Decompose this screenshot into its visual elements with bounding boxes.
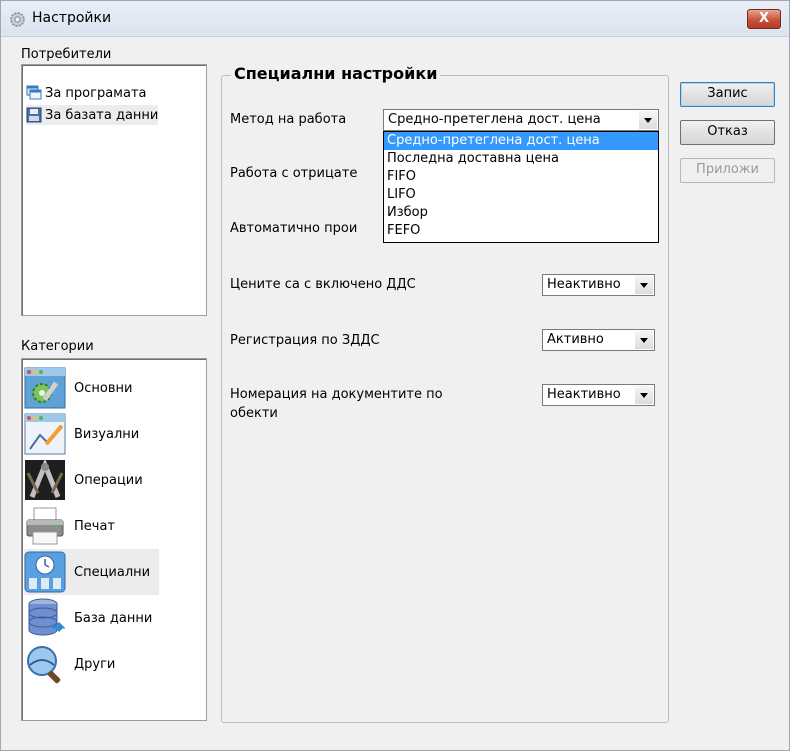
vat-prices-label: Цените са с включено ДДС — [230, 277, 416, 292]
gear-icon — [10, 12, 25, 27]
category-label: Операции — [74, 472, 143, 488]
category-label: Специални — [74, 564, 151, 580]
method-dropdown-list[interactable]: Средно-претеглена дост. цена Последна до… — [383, 131, 659, 243]
windows-icon — [26, 85, 42, 100]
category-label: Основни — [74, 380, 133, 396]
method-option[interactable]: LIFO — [384, 186, 658, 204]
vat-registration-value: Активно — [547, 332, 604, 347]
category-label: Визуални — [74, 426, 140, 442]
operations-icon — [25, 459, 65, 500]
category-visual[interactable]: Визуални — [24, 411, 159, 457]
method-option[interactable]: Последна доставна цена — [384, 150, 658, 168]
method-option[interactable]: FEFO — [384, 222, 658, 240]
user-item-label: За базата данни — [45, 107, 159, 123]
method-value: Средно-претеглена дост. цена — [388, 112, 601, 127]
special-clock-icon — [24, 551, 66, 593]
special-settings-title: Специални настройки — [231, 64, 441, 83]
floppy-disk-icon — [26, 107, 42, 123]
negative-stock-label: Работа с отрицате — [230, 166, 358, 181]
user-item-program[interactable]: За програмата — [26, 83, 147, 103]
category-label: База данни — [74, 610, 153, 626]
vat-registration-combobox[interactable]: Активно — [542, 329, 655, 351]
close-button[interactable]: X — [747, 9, 781, 29]
category-label: Печат — [74, 518, 115, 534]
numbering-label-line2: обекти — [230, 406, 278, 421]
method-combobox[interactable]: Средно-претеглена дост. цена — [383, 109, 659, 131]
category-special[interactable]: Специални — [24, 549, 159, 595]
auto-production-label: Автоматично прои — [230, 221, 358, 236]
category-operations[interactable]: Операции — [24, 457, 159, 503]
title-bar: Настройки X — [1, 1, 789, 37]
window-title: Настройки — [32, 10, 112, 26]
printer-icon — [26, 507, 64, 545]
vat-prices-combobox[interactable]: Неактивно — [542, 274, 655, 296]
category-other[interactable]: Други — [24, 641, 159, 687]
cancel-button[interactable]: Отказ — [680, 120, 775, 145]
user-item-label: За програмата — [45, 85, 147, 101]
users-label: Потребители — [21, 47, 112, 62]
numbering-combobox[interactable]: Неактивно — [542, 384, 655, 406]
visual-settings-icon — [24, 413, 66, 455]
method-option[interactable]: Избор — [384, 204, 658, 222]
vat-registration-label: Регистрация по ЗДДС — [230, 333, 380, 348]
method-label: Метод на работа — [230, 112, 347, 127]
numbering-value: Неактивно — [547, 387, 621, 402]
chevron-down-icon[interactable] — [635, 276, 653, 294]
vat-prices-value: Неактивно — [547, 277, 621, 292]
user-item-database[interactable]: За базата данни — [26, 105, 159, 125]
basic-settings-icon — [24, 367, 66, 409]
category-print[interactable]: Печат — [24, 503, 159, 549]
category-database[interactable]: База данни — [24, 595, 159, 641]
category-basic[interactable]: Основни — [24, 365, 159, 411]
save-button[interactable]: Запис — [680, 82, 775, 107]
search-globe-icon — [27, 646, 61, 684]
settings-window: Настройки X Потребители За програмата За… — [0, 0, 790, 751]
numbering-label-line1: Номерация на документите по — [230, 387, 443, 402]
chevron-down-icon[interactable] — [635, 386, 653, 404]
database-icon — [28, 598, 66, 636]
users-list[interactable]: За програмата За базата данни — [21, 64, 207, 316]
chevron-down-icon[interactable] — [639, 111, 657, 129]
categories-label: Категории — [21, 339, 94, 354]
category-label: Други — [74, 656, 116, 672]
method-option[interactable]: FIFO — [384, 168, 658, 186]
method-option[interactable]: Средно-претеглена дост. цена — [384, 132, 658, 150]
categories-list[interactable]: Основни Визуални Операции Печат Специалн… — [21, 358, 207, 721]
chevron-down-icon[interactable] — [635, 331, 653, 349]
apply-button[interactable]: Приложи — [680, 158, 775, 183]
